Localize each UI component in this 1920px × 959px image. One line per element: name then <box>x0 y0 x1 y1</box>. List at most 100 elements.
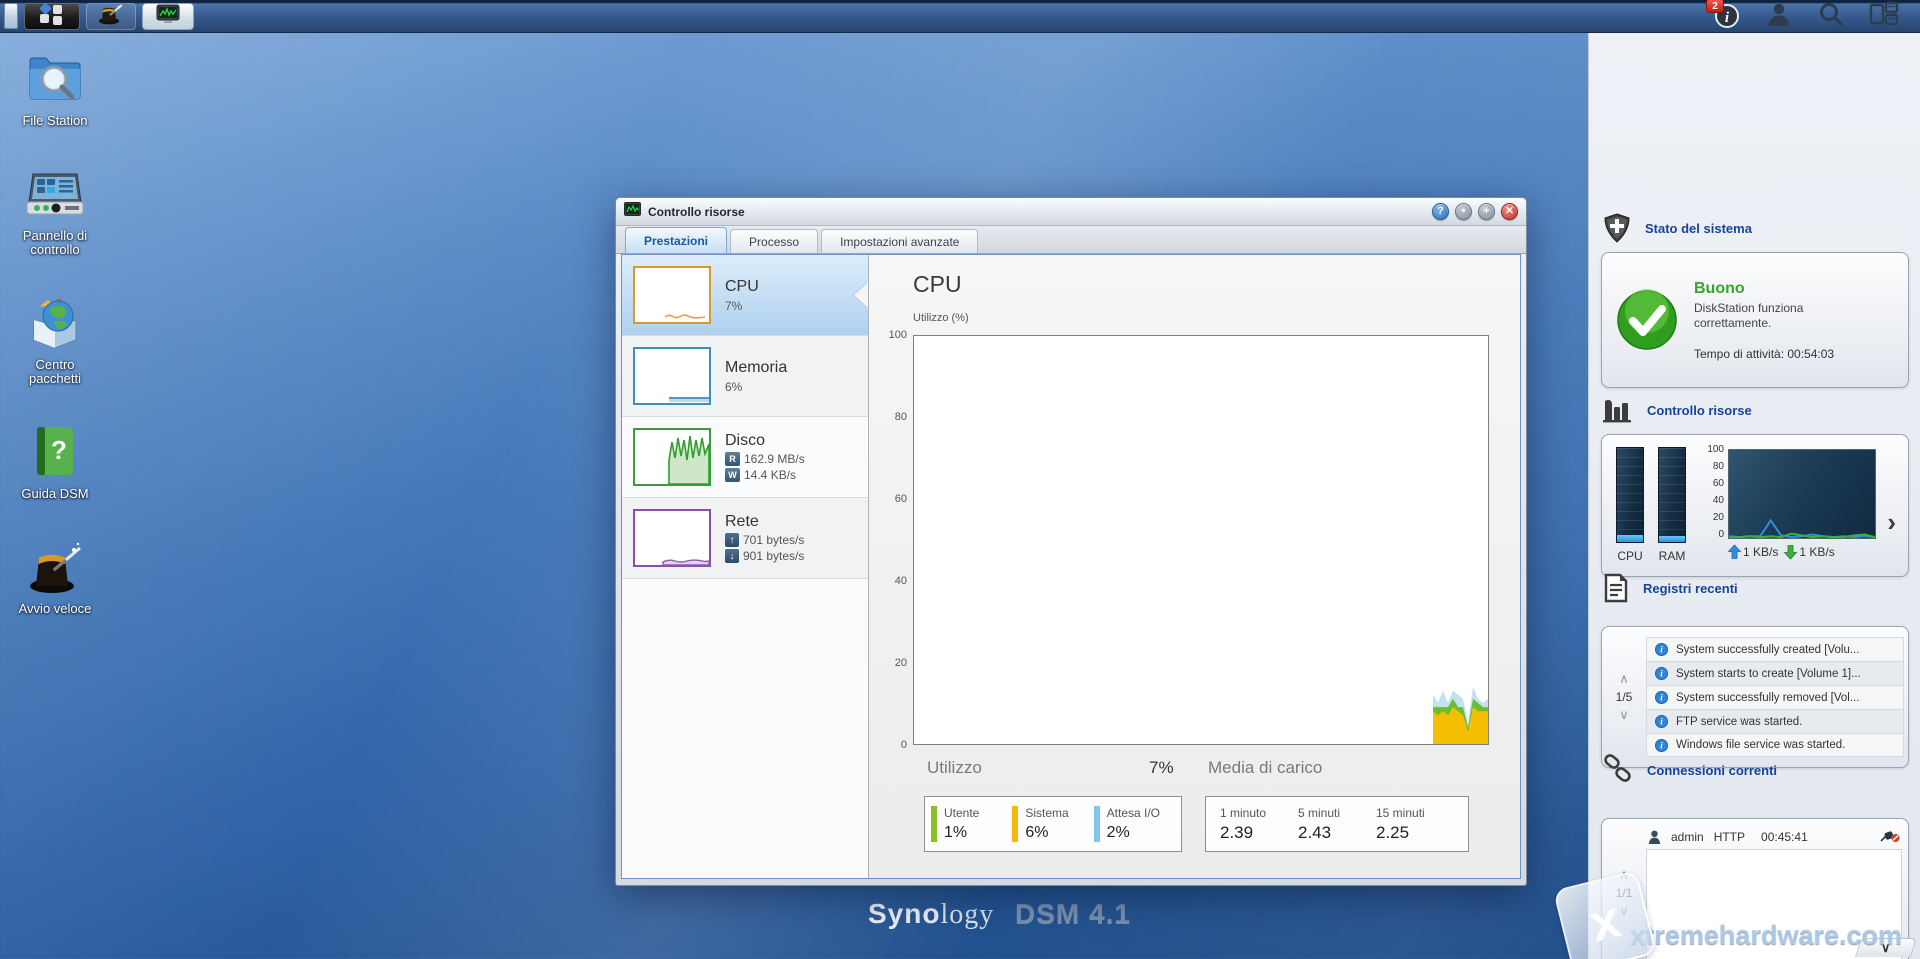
window-titlebar[interactable]: Controllo risorse ? • + ✕ <box>616 198 1526 226</box>
user-menu-button[interactable] <box>1766 1 1792 32</box>
desktop-icon-quick-start[interactable]: Avvio veloce <box>3 536 107 616</box>
mini-ytick: 80 <box>1712 461 1724 472</box>
health-uptime: Tempo di attività: 00:54:03 <box>1694 346 1835 361</box>
info-icon: i <box>1655 667 1668 680</box>
taskbar: i 2 <box>0 0 1920 33</box>
metric-title: Rete <box>725 513 759 530</box>
mini-ytick: 60 <box>1712 478 1724 489</box>
search-icon <box>1820 2 1843 26</box>
recent-logs-card: ∧ 1/5 ∨ i System successfully created [V… <box>1601 626 1909 768</box>
resource-monitor-taskbar-button[interactable] <box>142 2 194 30</box>
info-icon: i <box>1655 643 1668 656</box>
resource-monitor-icon <box>155 4 181 29</box>
list-item-memoria[interactable]: Memoria 6% <box>622 336 868 417</box>
log-row[interactable]: i System successfully removed [Vol... <box>1646 685 1904 709</box>
connections-page-indicator: 1/1 <box>1615 886 1633 900</box>
list-item-rete[interactable]: Rete ↑ 701 bytes/s ↓ 901 bytes/s <box>622 498 868 579</box>
bar-chart-icon <box>1603 399 1631 423</box>
load-label: 1 minuto <box>1220 805 1267 820</box>
window-minimize-button[interactable]: • <box>1455 203 1472 220</box>
logs-page-up[interactable]: ∧ <box>1619 672 1629 685</box>
load-average-title: Media di carico <box>1208 758 1323 777</box>
notifications-button[interactable]: i 2 <box>1706 0 1740 29</box>
upload-arrow-icon <box>1727 544 1742 559</box>
load-label: 5 minuti <box>1298 805 1341 820</box>
network-minichart-wrap: 100 80 60 40 20 0 1 KB/s 1 KB/s › <box>1700 444 1900 576</box>
load-label: 15 minuti <box>1376 805 1425 820</box>
search-button[interactable] <box>1818 1 1844 32</box>
chain-link-icon <box>1604 754 1631 782</box>
file-station-icon <box>24 48 86 110</box>
desktop-icon-label: File Station <box>22 113 88 128</box>
legend-color-attesa <box>1093 806 1100 842</box>
dsm-watermark: Synology DSM 4.1 <box>868 898 1131 931</box>
quick-launch-button[interactable] <box>86 2 136 30</box>
info-icon: i <box>1655 691 1668 704</box>
legend-label: Utente <box>944 806 980 820</box>
system-health-header: Stato del sistema <box>1603 213 1752 243</box>
ytick-0: 0 <box>900 739 907 751</box>
window-close-button[interactable]: ✕ <box>1501 203 1518 220</box>
desktop-icon-dsm-help[interactable]: ? Guida DSM <box>3 421 107 501</box>
desktop-icon-file-station[interactable]: File Station <box>3 48 107 128</box>
gauge-label: CPU <box>1617 549 1643 563</box>
disconnect-button[interactable] <box>1880 829 1900 846</box>
tab-processo[interactable]: Processo <box>730 229 819 253</box>
disk-read-value: 162.9 MB/s <box>744 452 805 466</box>
desktop-icon-package-center[interactable]: Centro pacchetti <box>3 292 107 386</box>
connections-page-down[interactable]: ∨ <box>1619 904 1629 917</box>
connection-protocol: HTTP <box>1713 830 1746 844</box>
open-resource-monitor-chevron[interactable]: › <box>1887 507 1896 538</box>
log-text: System successfully removed [Vol... <box>1676 691 1860 704</box>
legend-value: 2% <box>1106 824 1130 841</box>
network-minichart <box>1728 449 1876 539</box>
log-row[interactable]: i Windows file service was started. <box>1646 733 1904 757</box>
mini-ytick: 40 <box>1712 495 1724 506</box>
widget-title: Registri recenti <box>1643 580 1738 596</box>
main-menu-button[interactable] <box>24 2 80 30</box>
list-item-cpu[interactable]: CPU 7% <box>622 255 868 336</box>
log-row[interactable]: i FTP service was started. <box>1646 709 1904 733</box>
connections-pager: ∧ 1/1 ∨ <box>1602 825 1646 959</box>
connection-time: 00:45:41 <box>1761 830 1808 844</box>
ytick-80: 80 <box>894 411 907 423</box>
desktop-icon-control-panel[interactable]: Pannello di controllo <box>3 163 107 257</box>
load-average-box: 1 minuto 2.39 5 minuti 2.43 15 minuti 2.… <box>1205 796 1469 852</box>
window-maximize-button[interactable]: + <box>1478 203 1495 220</box>
pilot-view-button[interactable] <box>1869 1 1899 31</box>
mini-ytick: 20 <box>1712 512 1724 523</box>
load-15min: 15 minuti 2.25 <box>1376 806 1454 843</box>
detail-heading: CPU <box>913 271 962 297</box>
logs-page-down[interactable]: ∨ <box>1619 708 1629 721</box>
desktop-icon-column: File Station Pannello di controllo Centr… <box>0 48 110 616</box>
ram-gauge: RAM <box>1658 447 1686 576</box>
widget-title: Stato del sistema <box>1645 220 1752 236</box>
connection-row[interactable]: admin HTTP 00:45:41 <box>1646 825 1902 849</box>
list-item-disco[interactable]: Disco R 162.9 MB/s W 14.4 KB/s <box>622 417 868 498</box>
upload-rate: 1 KB/s <box>1743 545 1779 559</box>
log-row[interactable]: i System successfully created [Volu... <box>1646 637 1904 661</box>
ram-gauge-fill <box>1659 536 1685 542</box>
metric-title: Disco <box>725 432 766 449</box>
window-help-button[interactable]: ? <box>1432 203 1449 220</box>
disk-write-value: 14.4 KB/s <box>744 468 797 482</box>
log-text: FTP service was started. <box>1676 715 1803 728</box>
tab-impostazioni-avanzate[interactable]: Impostazioni avanzate <box>821 229 979 253</box>
memory-thumbnail <box>633 347 711 405</box>
user-icon <box>1768 3 1790 26</box>
document-icon <box>1604 573 1628 603</box>
connections-page-up[interactable]: ∧ <box>1619 868 1629 881</box>
net-up-value: 701 bytes/s <box>743 533 805 547</box>
sidebar-collapse-button[interactable]: ∨ <box>1854 938 1918 957</box>
log-text: Windows file service was started. <box>1676 739 1846 751</box>
show-desktop-button[interactable] <box>4 3 18 29</box>
recent-logs-header: Registri recenti <box>1603 573 1738 603</box>
log-text: System successfully created [Volu... <box>1676 643 1860 656</box>
health-description: DiskStation funziona correttamente. <box>1694 300 1804 330</box>
net-down-value: 901 bytes/s <box>743 549 805 563</box>
resource-widget-header: Controllo risorse <box>1603 397 1752 423</box>
legend-sistema: Sistema 6% <box>1012 806 1093 842</box>
tab-prestazioni[interactable]: Prestazioni <box>625 227 728 253</box>
log-row[interactable]: i System starts to create [Volume 1]... <box>1646 661 1904 685</box>
metric-title: CPU <box>725 277 759 295</box>
